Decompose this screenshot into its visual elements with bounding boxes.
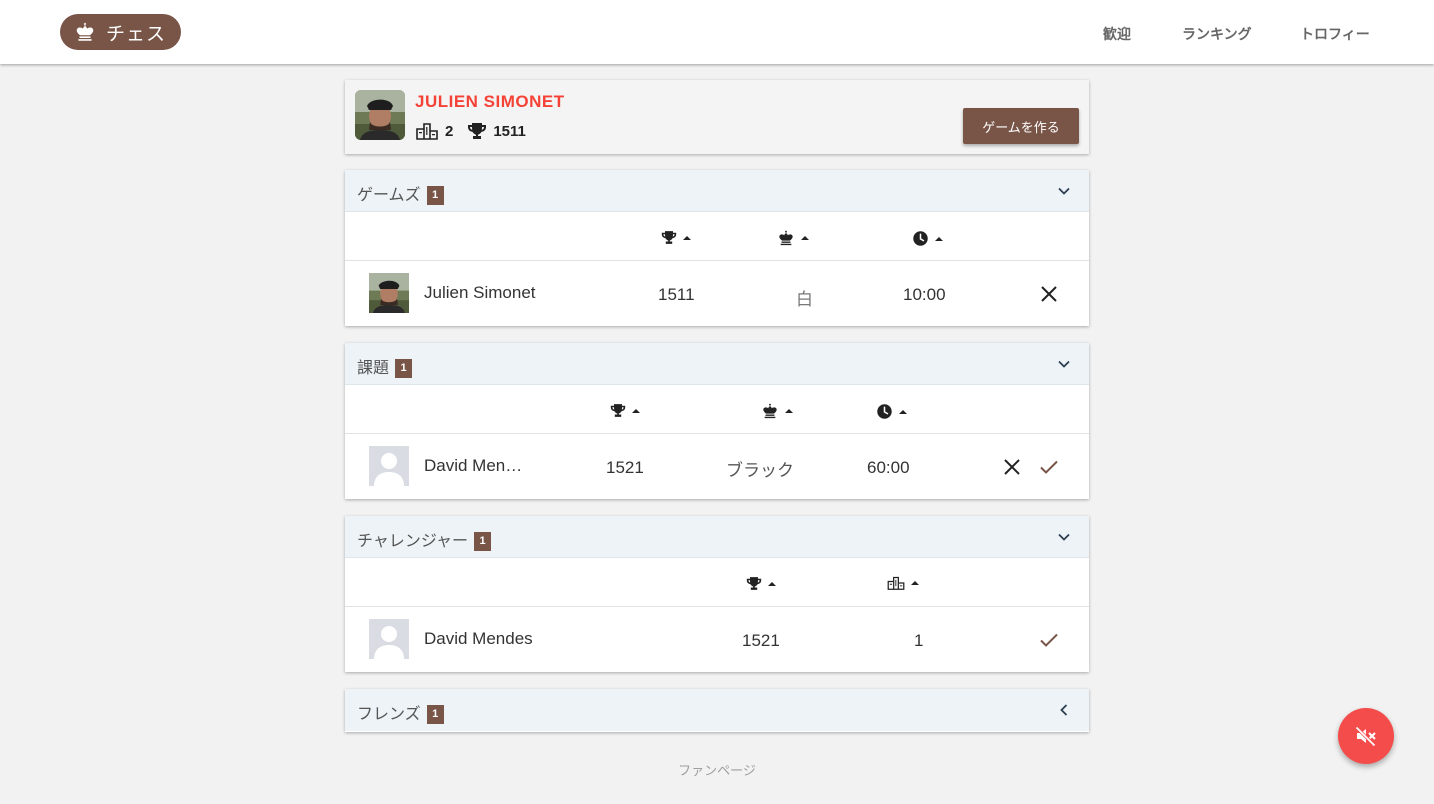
table-row[interactable]: David Men… 1521 ブラック 60:00 — [345, 434, 1089, 498]
profile-name: JULIEN SIMONET — [415, 92, 565, 111]
player-name: Julien Simonet — [424, 283, 536, 302]
table-row[interactable]: Julien Simonet 1511 白 10:00 — [345, 261, 1089, 325]
avatar — [369, 273, 409, 313]
chevron-down-icon[interactable] — [1057, 530, 1071, 544]
check-icon[interactable] — [1039, 457, 1059, 477]
king-icon — [761, 403, 779, 419]
table-row[interactable]: David Mendes 1521 1 — [345, 607, 1089, 671]
games-panel-header[interactable]: ゲームズ 1 — [345, 170, 1089, 212]
clock-icon — [912, 230, 929, 247]
king-icon — [76, 22, 94, 41]
player-color: 白 — [796, 290, 813, 309]
player-rank: 1 — [914, 631, 924, 650]
friends-count-badge: 1 — [426, 705, 444, 724]
clock-icon — [876, 403, 893, 420]
mute-button[interactable] — [1338, 708, 1394, 764]
sort-trophy[interactable] — [610, 403, 640, 418]
challenges-count-badge: 1 — [395, 359, 413, 378]
sort-color[interactable] — [761, 403, 793, 419]
logo-button[interactable]: チェス — [60, 14, 181, 50]
trophy-icon — [610, 403, 626, 418]
profile-avatar — [355, 90, 405, 140]
games-table-header — [345, 212, 1089, 261]
king-icon — [777, 230, 795, 246]
challenges-title: 課題 1 — [357, 354, 413, 378]
nav-welcome[interactable]: 歓迎 — [1103, 24, 1131, 44]
sort-time[interactable] — [876, 403, 907, 420]
create-game-button[interactable]: ゲームを作る — [963, 108, 1079, 144]
profile-rank: 2 — [445, 122, 454, 140]
player-color: ブラック — [726, 461, 794, 480]
chevron-left-icon[interactable] — [1057, 703, 1071, 717]
games-title: ゲームズ 1 — [357, 181, 444, 205]
fan-page-link[interactable]: ファンページ — [0, 760, 1434, 779]
sort-color[interactable] — [777, 230, 809, 246]
sort-rank[interactable] — [887, 576, 919, 590]
chevron-down-icon[interactable] — [1057, 184, 1071, 198]
challengers-panel: チャレンジャー 1 David Mendes 1521 1 — [345, 516, 1089, 672]
player-rating: 1511 — [658, 285, 695, 304]
close-icon[interactable] — [1002, 457, 1022, 477]
sort-trophy[interactable] — [661, 230, 691, 245]
nav-trophies[interactable]: トロフィー — [1300, 24, 1370, 44]
logo-text: チェス — [106, 22, 167, 45]
avatar — [369, 619, 409, 659]
game-time: 10:00 — [903, 285, 946, 304]
close-icon[interactable] — [1039, 284, 1059, 304]
challenges-panel: 課題 1 David Men… 1521 ブラック 60:00 — [345, 343, 1089, 499]
podium-icon — [887, 576, 905, 590]
chevron-down-icon[interactable] — [1057, 357, 1071, 371]
player-rating: 1521 — [742, 631, 780, 650]
sort-time[interactable] — [912, 230, 943, 247]
trophy-icon — [746, 576, 762, 591]
challengers-panel-header[interactable]: チャレンジャー 1 — [345, 516, 1089, 558]
friends-title: フレンズ 1 — [357, 700, 444, 724]
trophy-icon — [661, 230, 677, 245]
friends-panel: フレンズ 1 — [345, 689, 1089, 732]
nav-ranking[interactable]: ランキング — [1182, 24, 1252, 44]
challengers-count-badge: 1 — [474, 532, 492, 551]
game-time: 60:00 — [867, 458, 910, 477]
top-bar: チェス 歓迎 ランキング トロフィー — [0, 0, 1434, 64]
profile-card: JULIEN SIMONET 2 1511 ゲームを作る — [345, 80, 1089, 154]
avatar — [369, 446, 409, 486]
challenges-panel-header[interactable]: 課題 1 — [345, 343, 1089, 385]
player-name: David Mendes — [424, 629, 533, 648]
challenges-table-header — [345, 385, 1089, 434]
sort-trophy[interactable] — [746, 576, 776, 591]
player-rating: 1521 — [606, 458, 644, 477]
challengers-title: チャレンジャー 1 — [357, 527, 492, 551]
games-panel: ゲームズ 1 Julien Simonet 1511 白 10:00 — [345, 170, 1089, 326]
volume-off-icon — [1354, 725, 1377, 748]
podium-icon — [415, 122, 439, 140]
games-count-badge: 1 — [426, 186, 444, 205]
check-icon[interactable] — [1039, 630, 1059, 650]
friends-panel-header[interactable]: フレンズ 1 — [345, 689, 1089, 731]
challengers-table-header — [345, 558, 1089, 607]
trophy-icon — [467, 122, 487, 140]
profile-trophies: 1511 — [493, 122, 526, 140]
player-name: David Men… — [424, 456, 523, 475]
profile-stats: 2 1511 — [415, 122, 540, 140]
